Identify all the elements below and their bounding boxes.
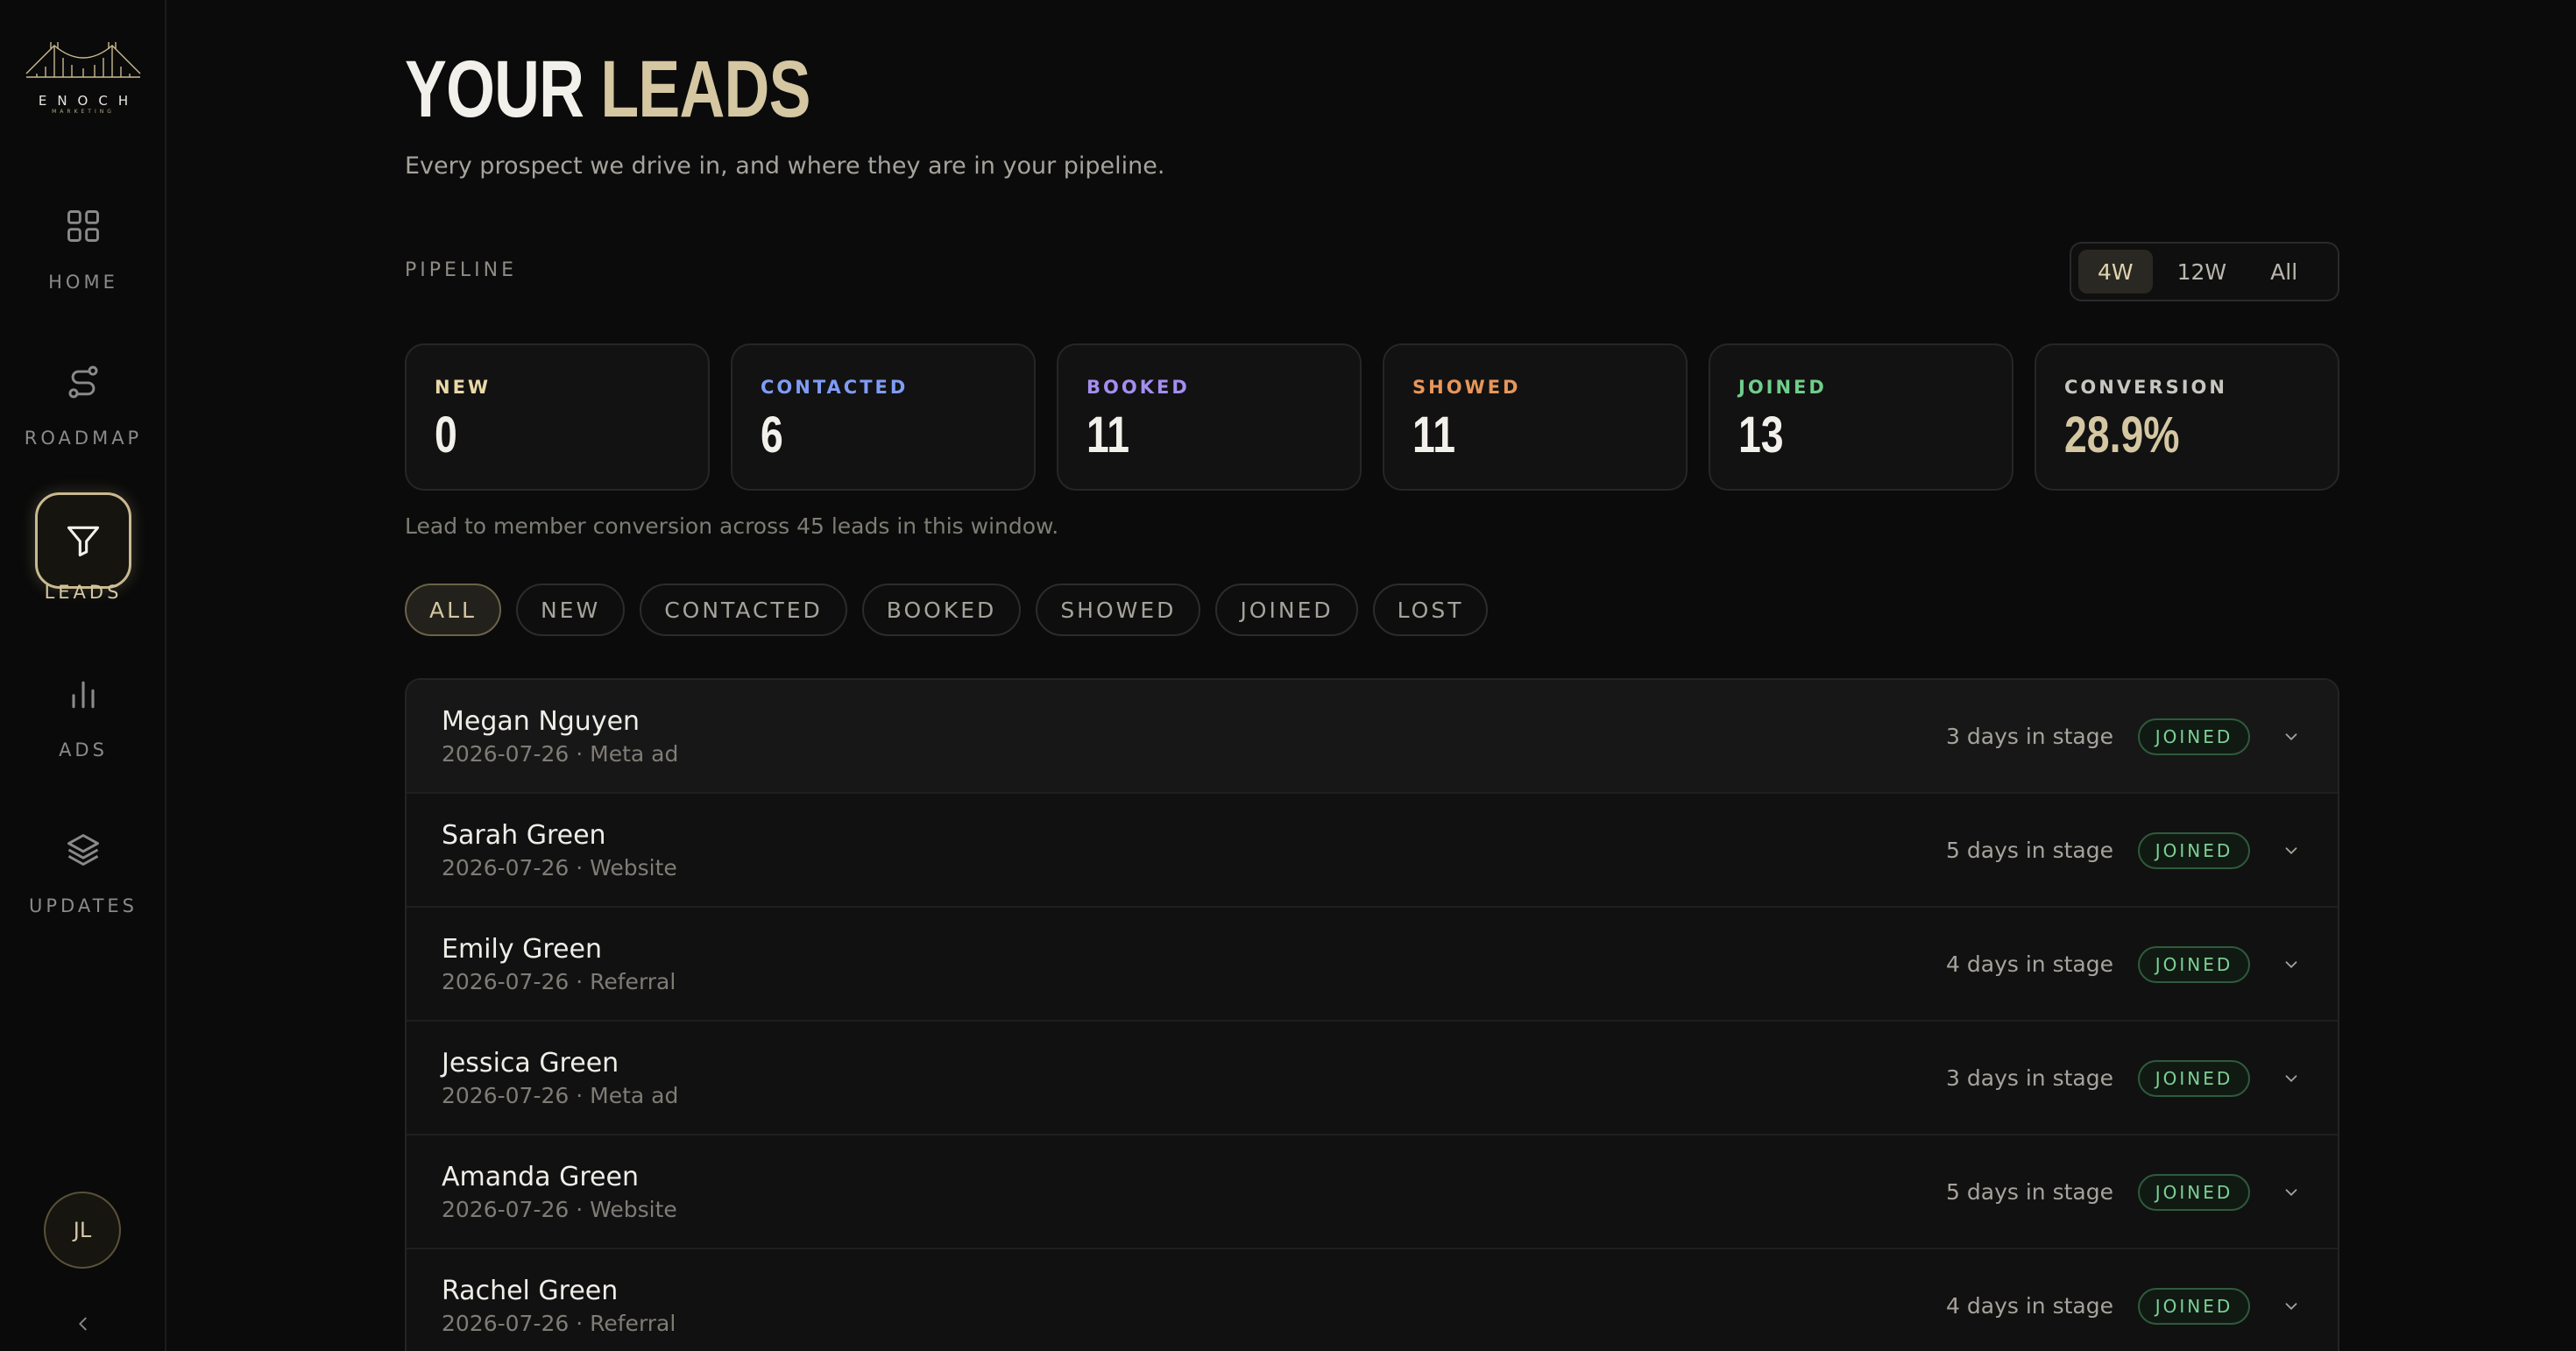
logo-text: ENOCH	[38, 93, 139, 109]
sidebar-item-label: LEADS	[44, 582, 123, 603]
stat-card-joined: JOINED 13	[1709, 343, 2013, 491]
stat-label: CONVERSION	[2064, 377, 2227, 398]
sidebar-item-label: ADS	[59, 739, 108, 760]
lead-days-in-stage: 4 days in stage	[1946, 951, 2113, 977]
stat-value: 0	[435, 407, 457, 463]
sidebar-item-ads[interactable]: ADS	[0, 659, 166, 799]
time-range-toggle: 4W 12W All	[2070, 242, 2339, 301]
stat-label: SHOWED	[1412, 377, 1521, 398]
funnel-icon	[35, 492, 131, 589]
status-filter-chips: ALL NEW CONTACTED BOOKED SHOWED JOINED L…	[405, 584, 1489, 636]
filter-chip-showed[interactable]: SHOWED	[1036, 584, 1201, 636]
chevron-down-icon[interactable]	[2278, 724, 2304, 750]
page-title-part2: LEADS	[600, 45, 810, 134]
conversion-caption: Lead to member conversion across 45 lead…	[405, 513, 1059, 539]
stat-label: JOINED	[1738, 377, 1827, 398]
chevron-down-icon[interactable]	[2278, 1065, 2304, 1092]
status-badge: JOINED	[2138, 946, 2250, 983]
stat-card-new: NEW 0	[405, 343, 710, 491]
filter-chip-joined[interactable]: JOINED	[1215, 584, 1358, 636]
lead-row[interactable]: Emily Green 2026-07-26 · Referral 4 days…	[407, 908, 2338, 1022]
enoch-logo[interactable]: ENOCH MARKETING	[25, 39, 142, 119]
lead-days-in-stage: 5 days in stage	[1946, 1179, 2113, 1205]
chevron-down-icon[interactable]	[2278, 1293, 2304, 1319]
filter-chip-contacted[interactable]: CONTACTED	[640, 584, 847, 636]
lead-meta: 2026-07-26 · Referral	[442, 969, 676, 994]
range-all-button[interactable]: All	[2251, 250, 2317, 294]
stat-value: 13	[1738, 407, 1784, 463]
stat-value: 6	[761, 407, 783, 463]
stat-value: 11	[1412, 407, 1456, 463]
page-title-part1: YOUR	[405, 45, 584, 134]
stat-value: 11	[1086, 407, 1130, 463]
sidebar: ENOCH MARKETING HOME ROADMAP LEADS ADS U…	[0, 0, 166, 1351]
filter-chip-new[interactable]: NEW	[515, 584, 626, 636]
lead-name: Amanda Green	[442, 1162, 639, 1192]
chevron-down-icon[interactable]	[2278, 838, 2304, 864]
page-subtitle: Every prospect we drive in, and where th…	[405, 152, 1165, 180]
route-icon	[48, 347, 118, 417]
lead-days-in-stage: 4 days in stage	[1946, 1293, 2113, 1319]
sidebar-item-label: HOME	[48, 272, 118, 293]
filter-chip-lost[interactable]: LOST	[1372, 584, 1489, 636]
stat-card-contacted: CONTACTED 6	[731, 343, 1036, 491]
status-badge: JOINED	[2138, 1174, 2250, 1211]
status-badge: JOINED	[2138, 1060, 2250, 1097]
lead-meta: 2026-07-26 · Meta ad	[442, 1083, 679, 1108]
stat-label: CONTACTED	[761, 377, 909, 398]
sidebar-item-label: UPDATES	[29, 895, 138, 916]
bridge-icon	[25, 42, 141, 78]
sidebar-item-label: ROADMAP	[24, 428, 143, 449]
lead-row[interactable]: Amanda Green 2026-07-26 · Website 5 days…	[407, 1135, 2338, 1249]
lead-name: Sarah Green	[442, 820, 606, 851]
lead-row[interactable]: Jessica Green 2026-07-26 · Meta ad 3 day…	[407, 1022, 2338, 1135]
status-badge: JOINED	[2138, 1288, 2250, 1325]
avatar[interactable]: JL	[44, 1192, 121, 1269]
chevron-left-icon[interactable]	[70, 1311, 96, 1337]
grid-icon	[48, 191, 118, 261]
logo-subtext: MARKETING	[52, 109, 115, 115]
lead-row[interactable]: Rachel Green 2026-07-26 · Referral 4 day…	[407, 1249, 2338, 1351]
stat-value: 28.9%	[2064, 407, 2180, 463]
status-badge: JOINED	[2138, 832, 2250, 869]
stat-card-conversion: CONVERSION 28.9%	[2035, 343, 2339, 491]
lead-name: Megan Nguyen	[442, 706, 640, 737]
lead-row[interactable]: Megan Nguyen 2026-07-26 · Meta ad 3 days…	[407, 680, 2338, 794]
range-4w-button[interactable]: 4W	[2078, 250, 2153, 294]
lead-name: Emily Green	[442, 934, 602, 965]
bar-chart-icon	[48, 659, 118, 729]
stat-card-showed: SHOWED 11	[1383, 343, 1688, 491]
lead-meta: 2026-07-26 · Meta ad	[442, 741, 679, 767]
lead-row[interactable]: Sarah Green 2026-07-26 · Website 5 days …	[407, 794, 2338, 908]
lead-name: Jessica Green	[442, 1048, 619, 1079]
leads-list: Megan Nguyen 2026-07-26 · Meta ad 3 days…	[405, 678, 2339, 1351]
chevron-down-icon[interactable]	[2278, 951, 2304, 978]
page-title: YOUR LEADS	[405, 46, 810, 133]
lead-days-in-stage: 3 days in stage	[1946, 724, 2113, 749]
sidebar-item-roadmap[interactable]: ROADMAP	[0, 347, 166, 487]
layers-icon	[48, 815, 118, 885]
filter-chip-all[interactable]: ALL	[405, 584, 501, 636]
sidebar-item-home[interactable]: HOME	[0, 191, 166, 331]
stat-label: BOOKED	[1086, 377, 1190, 398]
lead-name: Rachel Green	[442, 1276, 619, 1306]
range-12w-button[interactable]: 12W	[2158, 250, 2247, 294]
pipeline-stat-cards: NEW 0 CONTACTED 6 BOOKED 11 SHOWED 11 JO…	[405, 343, 2339, 492]
lead-days-in-stage: 3 days in stage	[1946, 1065, 2113, 1091]
lead-days-in-stage: 5 days in stage	[1946, 838, 2113, 863]
stat-card-booked: BOOKED 11	[1057, 343, 1362, 491]
stat-label: NEW	[435, 377, 492, 398]
pipeline-section-label: PIPELINE	[405, 259, 518, 281]
lead-meta: 2026-07-26 · Website	[442, 1197, 677, 1222]
filter-chip-booked[interactable]: BOOKED	[861, 584, 1022, 636]
chevron-down-icon[interactable]	[2278, 1179, 2304, 1206]
sidebar-item-leads[interactable]: LEADS	[0, 492, 166, 641]
sidebar-item-updates[interactable]: UPDATES	[0, 815, 166, 955]
lead-meta: 2026-07-26 · Website	[442, 855, 677, 881]
status-badge: JOINED	[2138, 718, 2250, 755]
lead-meta: 2026-07-26 · Referral	[442, 1311, 676, 1336]
